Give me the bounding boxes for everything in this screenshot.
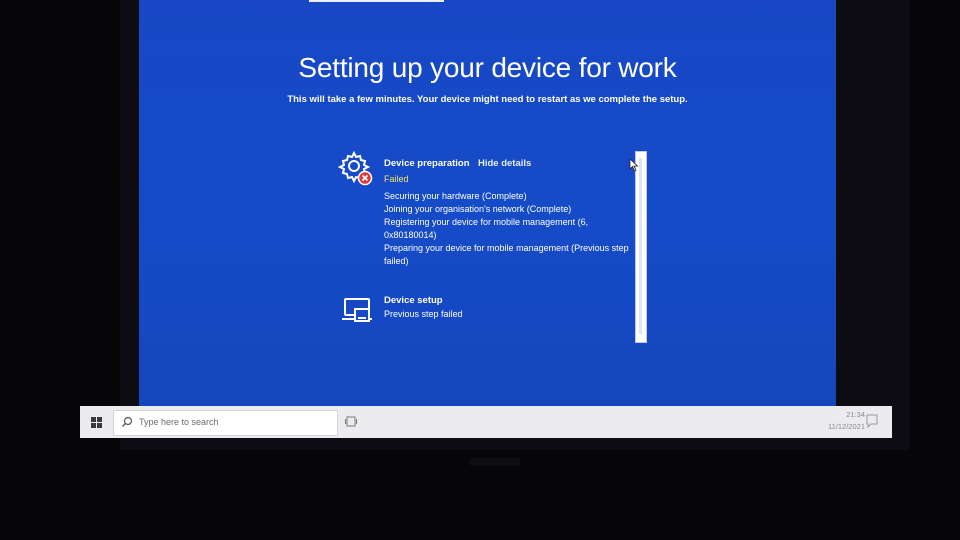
step-device-preparation: Device preparation Hide details Failed [384, 153, 531, 184]
start-button[interactable] [80, 406, 112, 438]
clock-date: 11/12/2021 [828, 422, 865, 431]
page-subtitle: This will take a few minutes. Your devic… [287, 94, 688, 105]
setup-steps-panel: Device preparation Hide details Failed S… [337, 150, 637, 340]
hide-details-link[interactable]: Hide details [478, 158, 531, 169]
details-scrollbar[interactable] [635, 151, 647, 343]
step-device-setup: Device setup Previous step failed [384, 295, 463, 319]
setup-screen: Setting up your device for work This wil… [139, 0, 836, 408]
step-details: Securing your hardware (Complete) Joinin… [384, 190, 629, 268]
laptop-icon [339, 293, 375, 329]
detail-item: Registering your device for mobile manag… [384, 217, 589, 240]
clock-time: 21:34 [846, 410, 865, 419]
system-clock[interactable]: 21:34 11/12/2021 [805, 409, 865, 433]
step-title: Device setup [384, 295, 443, 306]
detail-item: Preparing your device for mobile managem… [384, 243, 629, 266]
windows-logo-icon [90, 416, 102, 428]
step-title: Device preparation [384, 158, 470, 169]
gear-error-icon [337, 150, 373, 186]
taskbar: Type here to search 21:34 11/12/2021 [80, 406, 892, 438]
step-status: Failed [384, 174, 409, 184]
detail-item: Securing your hardware (Complete) [384, 191, 527, 201]
scrollbar-track [639, 158, 642, 334]
detail-item: Joining your organisation's network (Com… [384, 204, 572, 214]
search-icon [122, 416, 133, 427]
search-input[interactable]: Type here to search [113, 410, 338, 436]
notification-icon[interactable] [866, 414, 878, 428]
page-title: Setting up your device for work [298, 52, 677, 83]
step-status: Previous step failed [384, 309, 463, 319]
monitor-logo [470, 458, 520, 466]
task-view-icon[interactable] [345, 416, 357, 427]
screen-glare [309, 0, 444, 2]
mouse-cursor-icon [629, 158, 639, 172]
search-placeholder: Type here to search [139, 417, 219, 427]
